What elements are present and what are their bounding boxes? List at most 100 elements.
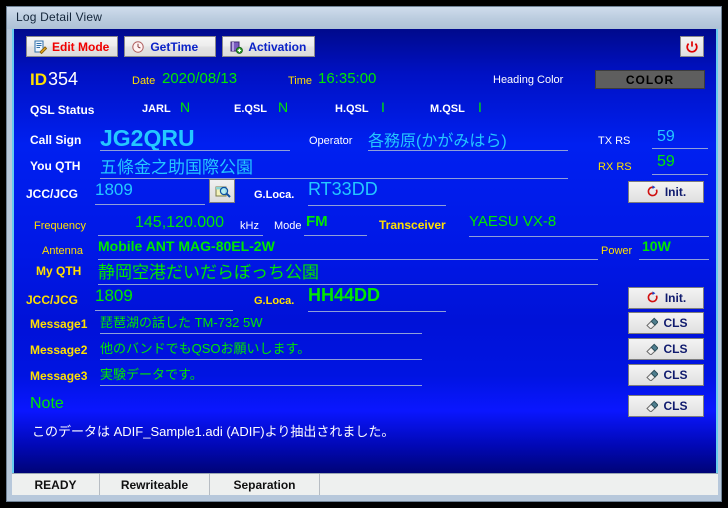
call-sign-label: Call Sign: [30, 133, 82, 147]
rx-rs-label: RX RS: [598, 161, 632, 173]
qsl-jarl-value: N: [180, 99, 191, 115]
you-init-label: Init.: [664, 185, 687, 199]
message3-clear-button[interactable]: CLS: [628, 364, 704, 386]
message3-clear-label: CLS: [663, 368, 688, 382]
transceiver-underline: [469, 236, 709, 237]
operator-underline: [368, 150, 568, 151]
qsl-hqsl-value: I: [381, 99, 385, 115]
activation-button[interactable]: Activation: [222, 36, 316, 57]
tx-rs-value[interactable]: 59: [657, 128, 675, 146]
my-gloca-underline: [308, 311, 446, 312]
rx-rs-underline: [652, 174, 708, 175]
screen: Log Detail View Edit Mode GetTime Activa…: [0, 0, 728, 508]
operator-label: Operator: [309, 135, 353, 147]
note-title: Note: [30, 395, 64, 412]
qsl-hqsl-label: H.QSL: [335, 103, 369, 115]
message1-value[interactable]: 琵琶湖の話した TM-732 5W: [100, 312, 263, 331]
book-add-icon: [229, 40, 244, 54]
client-area: Edit Mode GetTime Activation ID 354 Date…: [12, 29, 718, 473]
you-qth-value[interactable]: 五條金之助国際公園: [100, 153, 253, 178]
call-sign-value[interactable]: JG2QRU: [100, 125, 195, 152]
heading-color-button[interactable]: COLOR: [595, 70, 705, 89]
you-jcc-value[interactable]: 1809: [95, 180, 133, 200]
message2-clear-button[interactable]: CLS: [628, 338, 704, 360]
transceiver-value[interactable]: YAESU VX-8: [469, 213, 556, 230]
status-cell-ready: READY: [12, 474, 100, 495]
message2-value[interactable]: 他のバンドでもQSOお願いします。: [100, 338, 310, 357]
my-qth-label: My QTH: [36, 264, 82, 278]
frequency-value[interactable]: 145,120.000: [135, 214, 224, 232]
you-gloca-underline: [308, 205, 446, 206]
jcc-search-button[interactable]: [209, 179, 235, 203]
get-time-label: GetTime: [150, 39, 199, 54]
antenna-value[interactable]: Mobile ANT MAG-80EL-2W: [98, 238, 275, 254]
power-value[interactable]: 10W: [642, 238, 671, 254]
edit-mode-label: Edit Mode: [52, 39, 110, 54]
status-cell-empty: [320, 474, 718, 495]
qsl-eqsl-value: N: [278, 99, 289, 115]
message3-label: Message3: [30, 369, 88, 383]
get-time-button[interactable]: GetTime: [124, 36, 217, 57]
activation-label: Activation: [248, 39, 307, 54]
frequency-unit: kHz: [240, 220, 259, 232]
date-label: Date: [132, 75, 156, 87]
date-value: 2020/08/13: [162, 70, 238, 87]
you-gloca-value[interactable]: RT33DD: [308, 179, 378, 200]
title-bar: Log Detail View: [7, 7, 721, 29]
transceiver-label: Transceiver: [379, 218, 446, 232]
eraser-icon: [645, 368, 659, 382]
my-jcc-label: JCC/JCG: [26, 293, 79, 307]
note-text[interactable]: このデータは ADIF_Sample1.adi (ADIF)より抽出されました。: [32, 421, 394, 440]
message1-clear-button[interactable]: CLS: [628, 312, 704, 334]
tx-rs-label: TX RS: [598, 135, 631, 147]
my-init-label: Init.: [664, 291, 687, 305]
antenna-label: Antenna: [42, 245, 83, 257]
you-init-button[interactable]: Init.: [628, 181, 704, 203]
you-jcc-label: JCC/JCG: [26, 187, 79, 201]
log-detail-window: Log Detail View Edit Mode GetTime Activa…: [6, 6, 722, 502]
time-label: Time: [288, 75, 313, 87]
operator-value[interactable]: 各務原(かがみはら): [368, 127, 507, 151]
time-value: 16:35:00: [318, 70, 377, 87]
message3-underline: [100, 385, 422, 386]
message3-value[interactable]: 実験データです。: [100, 364, 203, 383]
qsl-jarl-label: JARL: [142, 103, 171, 115]
status-cell-rewriteable: Rewriteable: [100, 474, 210, 495]
refresh-icon: [646, 185, 660, 199]
my-init-button[interactable]: Init.: [628, 287, 704, 309]
power-button[interactable]: [680, 36, 704, 57]
note-clear-button[interactable]: CLS: [628, 395, 704, 417]
heading-color-label: Heading Color: [493, 74, 564, 86]
mode-value[interactable]: FM: [306, 213, 328, 230]
my-jcc-value[interactable]: 1809: [95, 286, 133, 306]
refresh-icon: [646, 291, 660, 305]
power-underline: [639, 259, 709, 260]
edit-mode-button[interactable]: Edit Mode: [26, 36, 119, 57]
frequency-label: Frequency: [34, 220, 86, 232]
qsl-eqsl-label: E.QSL: [234, 103, 268, 115]
eraser-icon: [645, 316, 659, 330]
my-qth-value[interactable]: 静岡空港だいだらぼっち公園: [98, 258, 319, 283]
mode-underline: [304, 235, 367, 236]
id-label: ID: [30, 70, 47, 89]
magnifier-icon: [215, 184, 231, 198]
message2-underline: [100, 359, 422, 360]
status-cell-separation: Separation: [210, 474, 320, 495]
rx-rs-value[interactable]: 59: [657, 153, 675, 171]
message1-underline: [100, 333, 422, 334]
message2-clear-label: CLS: [663, 342, 688, 356]
eraser-icon: [645, 399, 659, 413]
my-jcc-underline: [95, 310, 233, 311]
id-value: 354: [48, 69, 79, 89]
clock-icon: [131, 40, 145, 54]
my-gloca-value[interactable]: HH44DD: [308, 285, 380, 306]
note-clear-label: CLS: [663, 399, 688, 413]
frequency-underline: [98, 235, 263, 236]
toolbar: Edit Mode GetTime Activation: [26, 36, 316, 57]
window-title: Log Detail View: [16, 10, 103, 24]
message2-label: Message2: [30, 343, 88, 357]
status-bar: READY Rewriteable Separation: [12, 473, 718, 495]
qsl-status-label: QSL Status: [30, 103, 95, 117]
eraser-icon: [645, 342, 659, 356]
call-sign-underline: [100, 150, 290, 151]
